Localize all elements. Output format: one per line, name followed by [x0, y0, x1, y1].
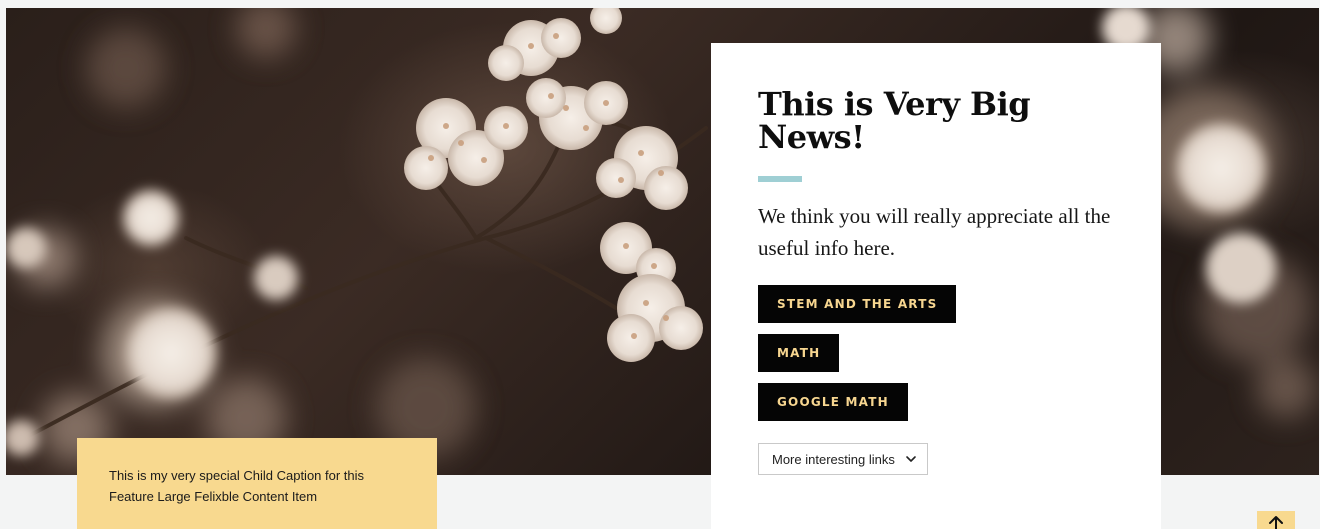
caption-text: This is my very special Child Caption fo… [109, 468, 365, 504]
tag-button-math[interactable]: MATH [758, 334, 840, 372]
tag-button-list: STEM AND THE ARTS MATH GOOGLE MATH [758, 285, 1121, 421]
tag-button-google-math[interactable]: GOOGLE MATH [758, 383, 908, 421]
more-links-dropdown[interactable]: More interesting links [758, 443, 928, 475]
title-accent-rule [758, 176, 802, 182]
chevron-down-icon [906, 456, 916, 462]
back-to-top-button[interactable] [1257, 511, 1295, 529]
feature-lede: We think you will really appreciate all … [758, 204, 1111, 260]
feature-title: This is Very Big News! [758, 85, 1031, 156]
child-caption: This is my very special Child Caption fo… [77, 438, 437, 529]
arrow-up-icon [1269, 516, 1283, 529]
more-links-label: More interesting links [772, 451, 895, 467]
feature-card: This is Very Big News! We think you will… [711, 43, 1161, 529]
tag-button-stem-and-the-arts[interactable]: STEM AND THE ARTS [758, 285, 957, 323]
page: This is my very special Child Caption fo… [0, 0, 1320, 529]
